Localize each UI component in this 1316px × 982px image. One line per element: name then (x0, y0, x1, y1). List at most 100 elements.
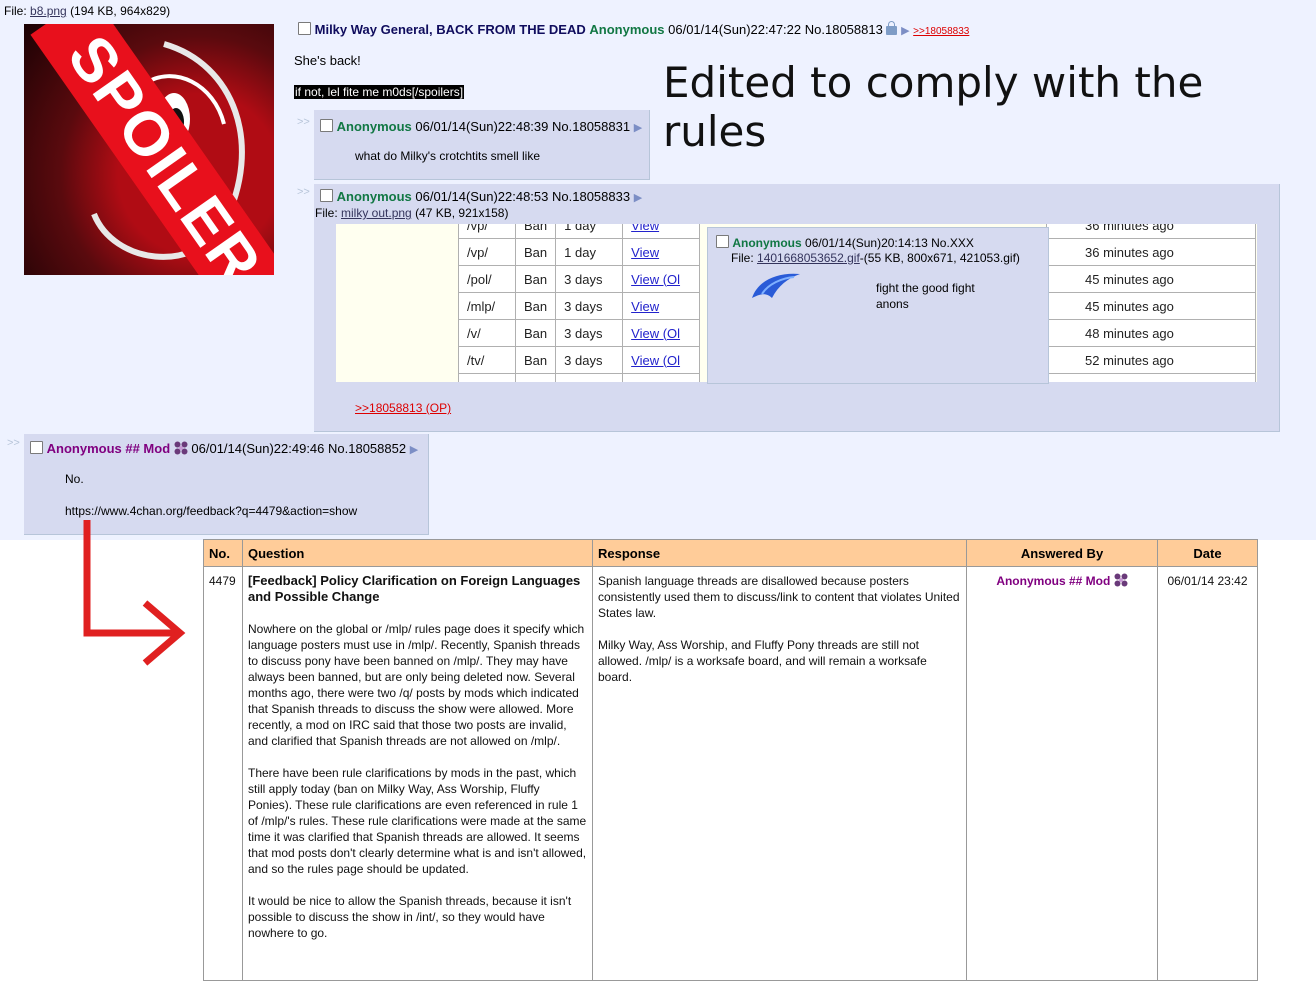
popup-body: fight the good fight anons (876, 280, 975, 312)
reply-side-arrows: >> (297, 186, 310, 198)
response-paragraph-2: Milky Way, Ass Worship, and Fluffy Pony … (598, 638, 927, 684)
ban-time: 36 minutes ago (1046, 238, 1256, 266)
popup-checkbox[interactable] (716, 235, 729, 248)
ban-time-row: 36 minutes ago (1046, 238, 1256, 266)
ban-length: 3 days (555, 265, 624, 293)
ban-time-row: 48 minutes ago (1046, 319, 1256, 347)
reply-side-arrows: >> (297, 116, 310, 128)
file-info: (47 KB, 921x158) (415, 206, 509, 220)
ban-type: Ban (514, 292, 557, 320)
op-post-number[interactable]: No.18058813 (805, 22, 883, 37)
lock-icon (886, 21, 898, 35)
ban-length (555, 373, 624, 382)
ban-length: 3 days (555, 292, 624, 320)
feedback-table: No. Question Response Answered By Date 4… (203, 539, 1258, 981)
feedback-answered-by: Anonymous ## Mod (966, 566, 1158, 981)
ban-board: /mlp/ (458, 292, 516, 320)
popup-body-line2: anons (876, 297, 909, 311)
ban-length: 3 days (555, 346, 624, 374)
ban-view[interactable]: View (622, 224, 701, 239)
header-no: No. (203, 539, 243, 567)
reply2-file-info: File: milky out.png (47 KB, 921x158) (315, 206, 508, 220)
ban-board: /vp/ (458, 224, 516, 239)
header-response: Response (592, 539, 967, 567)
ban-time: 45 minutes ago (1046, 265, 1256, 293)
ban-view[interactable] (622, 373, 701, 382)
ban-board: /tv/ (458, 346, 516, 374)
ban-time: 52 minutes ago (1046, 346, 1256, 374)
ban-row: /mlp/Ban 3 days View (458, 292, 701, 320)
file-label: File: (315, 206, 338, 220)
feedback-date: 06/01/14 23:42 (1157, 566, 1258, 981)
op-backlink[interactable]: >>18058833 (913, 26, 969, 37)
reply1-header: Anonymous 06/01/14(Sun)22:48:39 No.18058… (320, 119, 642, 134)
ban-view[interactable]: View (622, 292, 701, 320)
ban-row: /v/Ban 3 days View (Ol (458, 319, 701, 347)
mod-reply-body-line1: No. (65, 472, 84, 486)
post-menu-arrow-icon[interactable]: ▶ (634, 192, 642, 204)
ban-type: Ban (514, 346, 557, 374)
op-file-info: File: b8.png (194 KB, 964x829) (4, 4, 170, 18)
header-answered-by: Answered By (966, 539, 1158, 567)
mod-poster-name: Anonymous ## Mod (46, 441, 171, 456)
reply1-post-number[interactable]: No.18058831 (552, 119, 630, 134)
op-datetime: 06/01/14(Sun)22:47:22 (668, 22, 802, 37)
popup-thumbnail[interactable] (748, 268, 804, 304)
ban-table: /vp/Ban 1 day View/vp/Ban 1 day View/pol/Ban… (458, 224, 701, 382)
ban-type: Ban (514, 238, 557, 266)
ban-board: /v/ (458, 319, 516, 347)
op-subject: Milky Way General, BACK FROM THE DEAD (314, 22, 586, 37)
op-spoiler-text[interactable]: if not, lel fite me m0ds[/spoilers] (294, 85, 465, 99)
mod-reply-post-number[interactable]: No.18058852 (328, 441, 406, 456)
reply2-poster-name: Anonymous (336, 189, 412, 204)
post-menu-arrow-icon[interactable]: ▶ (634, 122, 642, 134)
feedback-response: Spanish language threads are disallowed … (592, 566, 967, 981)
ban-time-row (1046, 373, 1256, 382)
ban-time-row: 45 minutes ago (1046, 292, 1256, 320)
header-date: Date (1157, 539, 1258, 567)
popup-file-link[interactable]: 1401668053652.gif (757, 251, 860, 265)
ban-view[interactable]: View (Ol (622, 265, 701, 293)
ban-time: 36 minutes ago (1046, 224, 1256, 239)
mod-reply-feedback-url[interactable]: https://www.4chan.org/feedback?q=4479&ac… (65, 504, 357, 518)
mod-reply-header: Anonymous ## Mod 06/01/14(Sun)22:49:46 N… (30, 441, 418, 456)
ban-time-row: 52 minutes ago (1046, 346, 1256, 374)
ban-row: /pol/Ban 3 days View (Ol (458, 265, 701, 293)
ban-view[interactable]: View (Ol (622, 319, 701, 347)
response-paragraph-1: Spanish language threads are disallowed … (598, 574, 960, 620)
reply1-checkbox[interactable] (320, 119, 333, 132)
ban-time-row: 36 minutes ago (1046, 224, 1256, 239)
op-file-link[interactable]: b8.png (30, 4, 67, 18)
reply-side-arrows: >> (7, 437, 20, 449)
ban-view[interactable]: View (Ol (622, 346, 701, 374)
mod-reply-checkbox[interactable] (30, 441, 43, 454)
post-menu-arrow-icon[interactable]: ▶ (901, 25, 909, 37)
ban-view[interactable]: View (622, 238, 701, 266)
reply2-post-number[interactable]: No.18058833 (552, 189, 630, 204)
ban-type: Ban (514, 224, 557, 239)
ban-row: /vp/Ban 1 day View (458, 238, 701, 266)
file-info: -(55 KB, 800x671, 421053.gif) (859, 251, 1020, 265)
popup-datetime: 06/01/14(Sun)20:14:13 (805, 236, 928, 250)
ban-board (458, 373, 516, 382)
reply2-checkbox[interactable] (320, 189, 333, 202)
ban-time (1046, 373, 1256, 382)
header-question: Question (242, 539, 593, 567)
popup-file-info: File: 1401668053652.gif-(55 KB, 800x671,… (731, 251, 1020, 265)
ban-time: 48 minutes ago (1046, 319, 1256, 347)
file-label: File: (731, 251, 754, 265)
reply2-header: Anonymous 06/01/14(Sun)22:48:53 No.18058… (320, 189, 642, 204)
op-checkbox[interactable] (298, 22, 311, 35)
ban-length: 1 day (555, 224, 624, 239)
spoiler-thumbnail[interactable]: SPOILER (24, 24, 274, 275)
edit-caption: Edited to comply with the rules (663, 58, 1204, 156)
popup-body-line1: fight the good fight (876, 281, 975, 295)
reply2-quote-link[interactable]: >>18058813 (OP) (355, 401, 451, 415)
feedback-number: 4479 (203, 566, 243, 981)
ban-time: 45 minutes ago (1046, 292, 1256, 320)
ban-type (514, 373, 557, 382)
reply2-file-link[interactable]: milky out.png (341, 206, 412, 220)
ban-row (458, 373, 701, 382)
ban-board: /pol/ (458, 265, 516, 293)
post-menu-arrow-icon[interactable]: ▶ (410, 444, 418, 456)
